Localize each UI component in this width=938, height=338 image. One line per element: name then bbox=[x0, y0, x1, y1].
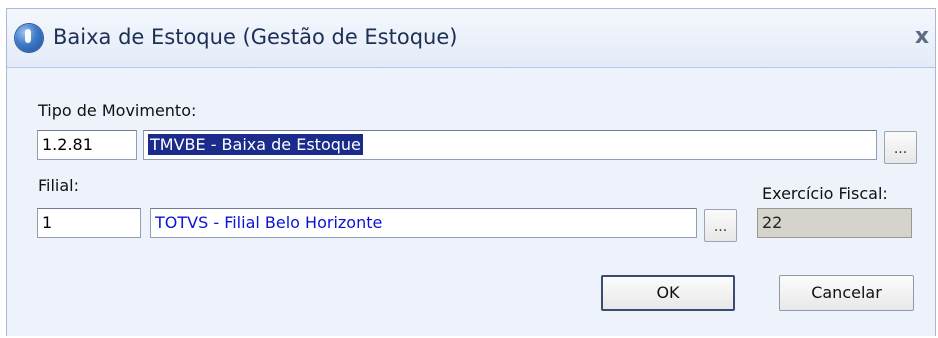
filial-code-value: 1 bbox=[42, 213, 53, 232]
cancel-button[interactable]: Cancelar bbox=[779, 275, 914, 311]
filial-description-field[interactable]: TOTVS - Filial Belo Horizonte bbox=[150, 208, 697, 238]
tipo-movimento-description-value: TMVBE - Baixa de Estoque bbox=[148, 134, 363, 155]
close-button[interactable]: x bbox=[909, 23, 935, 51]
filial-label: Filial: bbox=[38, 176, 80, 195]
tipo-movimento-lookup-button[interactable]: ... bbox=[884, 131, 917, 164]
tipo-movimento-description-field[interactable]: TMVBE - Baixa de Estoque bbox=[143, 130, 877, 160]
exercicio-fiscal-label: Exercício Fiscal: bbox=[762, 184, 888, 203]
dialog-window: Baixa de Estoque (Gestão de Estoque) x T… bbox=[6, 8, 936, 336]
filial-code-field[interactable]: 1 bbox=[37, 208, 141, 238]
filial-lookup-button[interactable]: ... bbox=[704, 209, 737, 242]
exercicio-fiscal-field: 22 bbox=[757, 208, 912, 238]
window-title: Baixa de Estoque (Gestão de Estoque) bbox=[53, 25, 458, 49]
tipo-movimento-code-value: 1.2.81 bbox=[42, 135, 93, 154]
title-bar[interactable]: Baixa de Estoque (Gestão de Estoque) x bbox=[7, 9, 935, 68]
tipo-movimento-code-field[interactable]: 1.2.81 bbox=[37, 130, 137, 160]
tipo-movimento-label: Tipo de Movimento: bbox=[38, 101, 197, 120]
exercicio-fiscal-value: 22 bbox=[762, 213, 783, 232]
ok-button[interactable]: OK bbox=[601, 275, 735, 311]
info-globe-icon bbox=[15, 24, 43, 52]
filial-description-value: TOTVS - Filial Belo Horizonte bbox=[155, 213, 383, 232]
